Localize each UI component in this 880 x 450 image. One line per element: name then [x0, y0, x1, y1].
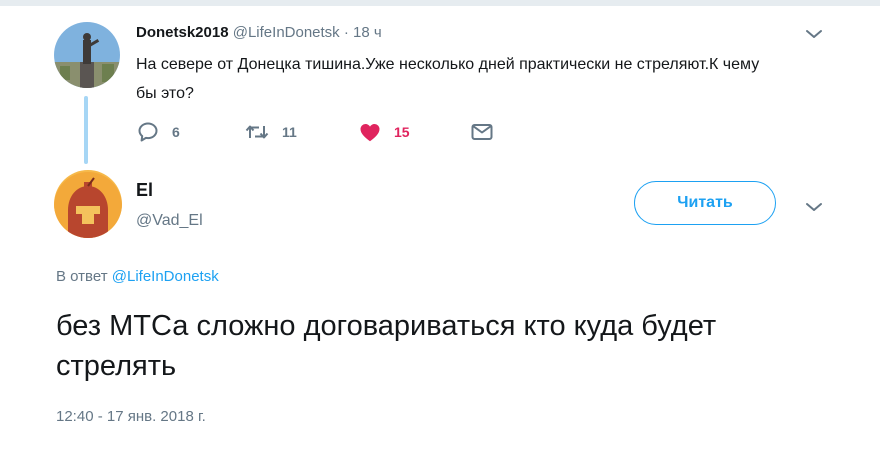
heart-icon	[360, 124, 380, 142]
tweet-time[interactable]: 18 ч	[353, 24, 382, 41]
separator-dot: ·	[343, 24, 349, 41]
like-button[interactable]: 15	[358, 120, 410, 144]
avatar[interactable]	[54, 170, 122, 238]
reply-count: 6	[172, 124, 180, 140]
avatar[interactable]	[54, 22, 120, 88]
top-divider	[0, 0, 880, 6]
display-name[interactable]: El	[136, 180, 153, 201]
retweet-icon	[245, 125, 269, 139]
retweet-button[interactable]: 11	[244, 120, 297, 144]
direct-message-button[interactable]	[470, 120, 494, 144]
parent-tweet-text: На севере от Донецка тишина.Уже нескольк…	[136, 56, 760, 102]
parent-tweet-header: Donetsk2018 @LifeInDonetsk · 18 ч	[136, 24, 382, 41]
reply-prefix: В ответ	[56, 268, 108, 285]
reply-context: В ответ @LifeInDonetsk	[56, 268, 219, 285]
user-handle[interactable]: @LifeInDonetsk	[233, 24, 340, 41]
retweet-count: 11	[282, 124, 297, 140]
chevron-down-icon[interactable]	[805, 201, 823, 213]
chevron-down-icon[interactable]	[805, 28, 823, 40]
tweet-timestamp[interactable]: 12:40 - 17 янв. 2018 г.	[56, 408, 206, 425]
envelope-icon	[471, 124, 493, 140]
like-count: 15	[394, 124, 410, 140]
user-handle[interactable]: @Vad_El	[136, 212, 203, 230]
thread-line	[84, 96, 88, 164]
reply-button[interactable]: 6	[136, 120, 180, 144]
follow-button[interactable]: Читать	[634, 181, 776, 225]
reply-to-link[interactable]: @LifeInDonetsk	[112, 268, 219, 285]
display-name[interactable]: Donetsk2018	[136, 24, 229, 41]
reply-icon	[138, 122, 158, 142]
main-tweet-text: без МТСа сложно договариваться кто куда …	[56, 310, 717, 382]
